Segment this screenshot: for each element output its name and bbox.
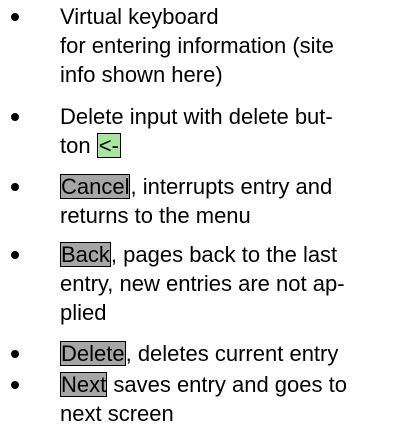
bullet-dot-icon xyxy=(11,251,19,259)
bullet-dot-icon xyxy=(11,350,19,358)
bullet-back: Back, pages back to the last entry, new … xyxy=(0,240,345,327)
bullet-text-prefix: ton xyxy=(60,133,97,158)
delete-key-label: <- xyxy=(96,133,121,158)
bullet-text-line: ton <- xyxy=(60,131,333,160)
cancel-key-label: Cancel xyxy=(60,174,131,199)
bullet-text-rest: , deletes current entry xyxy=(125,341,339,366)
bullet-text-line: plied xyxy=(60,300,107,325)
bullet-dot-icon xyxy=(11,183,19,191)
bullet-text-line: Back, pages back to the last xyxy=(60,240,345,269)
bullet-delete-input: Delete input with delete but- ton <- xyxy=(0,102,333,160)
bullet-text-line: info shown here) xyxy=(60,62,223,87)
bullet-text-rest: , pages back to the last xyxy=(110,242,338,267)
bullet-text-line: for entering information (site xyxy=(60,33,334,58)
bullet-next: Next saves entry and goes to next screen xyxy=(0,370,347,428)
bullet-text-line: Delete, deletes current entry xyxy=(60,339,338,368)
bullet-delete: Delete, deletes current entry xyxy=(0,339,338,368)
next-key-label: Next xyxy=(60,372,108,397)
bullet-text-line: Next saves entry and goes to xyxy=(60,370,347,399)
bullet-text-line: Virtual keyboard xyxy=(60,4,219,29)
bullet-dot-icon xyxy=(11,381,19,389)
bullet-text-rest: , interrupts entry and xyxy=(130,174,333,199)
bullet-text-line: Cancel, interrupts entry and xyxy=(60,172,332,201)
bullet-cancel: Cancel, interrupts entry and returns to … xyxy=(0,172,332,230)
bullet-text-rest: saves entry and goes to xyxy=(107,372,347,397)
bullet-text-line: returns to the menu xyxy=(60,203,251,228)
back-key-label: Back xyxy=(60,242,111,267)
bullet-text-line: entry, new entries are not ap- xyxy=(60,271,345,296)
bullet-virtual-keyboard: Virtual keyboard for entering informatio… xyxy=(0,2,334,89)
bullet-text-line: Delete input with delete but- xyxy=(60,104,333,129)
bullet-dot-icon xyxy=(11,13,19,21)
delete-key-label: Delete xyxy=(60,341,126,366)
bullet-dot-icon xyxy=(11,113,19,121)
